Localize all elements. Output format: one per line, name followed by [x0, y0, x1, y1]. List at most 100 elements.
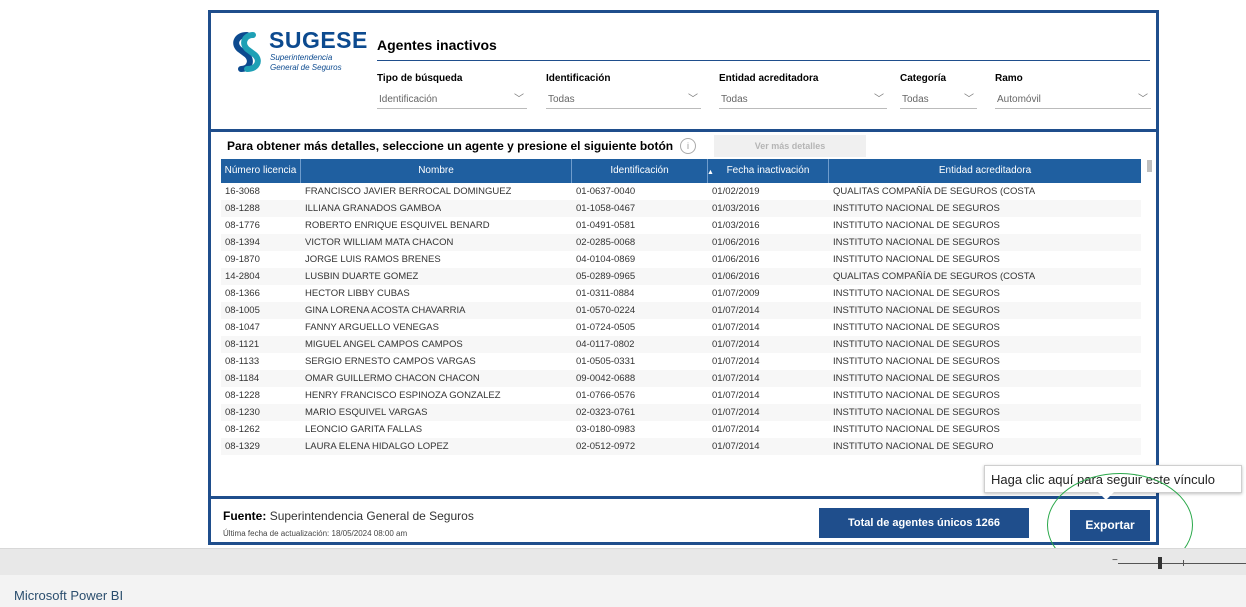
table-cell: ILLIANA GRANADOS GAMBOA: [305, 203, 442, 214]
table-cell: 02-0323-0761: [576, 407, 636, 418]
table-cell: 01/03/2016: [712, 220, 760, 231]
filter-select-ramo[interactable]: Automóvil ﹀: [995, 91, 1151, 109]
column-header-identificacion[interactable]: Identificación: [572, 159, 708, 183]
table-row[interactable]: 08-1184 OMAR GUILLERMO CHACON CHACON 09-00…: [221, 370, 1141, 387]
filter-value: Identificación: [379, 94, 438, 105]
table-cell: 01-1058-0467: [576, 203, 636, 214]
total-agents-card: Total de agentes únicos 1266: [819, 508, 1029, 538]
column-header-entidad[interactable]: Entidad acreditadora: [829, 159, 1141, 183]
filter-value: Todas: [902, 94, 929, 105]
zoom-slider-track[interactable]: [1118, 563, 1246, 564]
table-row[interactable]: 08-1366 HECTOR LIBBY CUBAS 01-0311-0884 01/…: [221, 285, 1141, 302]
table-cell: 08-1184: [225, 373, 260, 384]
table-cell: QUALITAS COMPAÑÍA DE SEGUROS (COSTA: [833, 271, 1036, 282]
table-cell: 01/03/2016: [712, 203, 760, 214]
table-cell: 01/07/2014: [712, 322, 760, 333]
filter-label-tipo: Tipo de búsqueda: [377, 73, 463, 84]
logo-brand: SUGESE: [269, 27, 368, 53]
table-cell: 08-1005: [225, 305, 260, 316]
report-footer-bar: [0, 548, 1246, 575]
zoom-out-icon[interactable]: −: [1112, 555, 1118, 566]
table-row[interactable]: 08-1288 ILLIANA GRANADOS GAMBOA 01-1058-04…: [221, 200, 1141, 217]
sugese-logo-icon: [233, 32, 261, 72]
filter-label-categoria: Categoría: [900, 73, 947, 84]
table-cell: 08-1121: [225, 339, 260, 350]
table-row[interactable]: 08-1228 HENRY FRANCISCO ESPINOZA GONZALEZ…: [221, 387, 1141, 404]
table-cell: 01/07/2009: [712, 288, 760, 299]
table-cell: 01/07/2014: [712, 424, 760, 435]
filter-select-categoria[interactable]: Todas ﹀: [900, 91, 977, 109]
table-row[interactable]: 14-2804 LUSBIN DUARTE GOMEZ 05-0289-0965 01…: [221, 268, 1141, 285]
table-cell: 04-0104-0869: [576, 254, 636, 265]
table-body: 16-3068 FRANCISCO JAVIER BERROCAL DOMINGU…: [221, 183, 1141, 455]
agents-table: Número licencia Nombre Identificación Fe…: [221, 159, 1141, 455]
table-row[interactable]: 09-1870 JORGE LUIS RAMOS BRENES 04-0104-08…: [221, 251, 1141, 268]
table-cell: INSTITUTO NACIONAL DE SEGUROS: [833, 220, 1000, 231]
table-cell: 08-1262: [225, 424, 260, 435]
table-cell: 01/07/2014: [712, 305, 760, 316]
table-cell: 08-1047: [225, 322, 260, 333]
table-cell: 01-0491-0581: [576, 220, 636, 231]
table-cell: INSTITUTO NACIONAL DE SEGUROS: [833, 322, 1000, 333]
table-row[interactable]: 08-1394 VICTOR WILLIAM MATA CHACON 02-0285…: [221, 234, 1141, 251]
table-cell: INSTITUTO NACIONAL DE SEGUROS: [833, 373, 1000, 384]
filter-label-ramo: Ramo: [995, 73, 1023, 84]
source-label: Fuente:: [223, 509, 267, 523]
table-cell: INSTITUTO NACIONAL DE SEGUROS: [833, 305, 1000, 316]
table-row[interactable]: 08-1047 FANNY ARGUELLO VENEGAS 01-0724-050…: [221, 319, 1141, 336]
column-header-nombre[interactable]: Nombre: [301, 159, 572, 183]
table-cell: 09-1870: [225, 254, 260, 265]
column-header-licencia[interactable]: Número licencia: [221, 159, 301, 183]
chevron-down-icon: ﹀: [874, 94, 884, 105]
table-cell: VICTOR WILLIAM MATA CHACON: [305, 237, 454, 248]
column-header-fecha[interactable]: Fecha inactivación: [708, 159, 829, 183]
table-cell: 03-0180-0983: [576, 424, 636, 435]
filter-select-tipo[interactable]: Identificación ﹀: [377, 91, 527, 109]
table-row[interactable]: 08-1121 MIGUEL ANGEL CAMPOS CAMPOS 04-0117…: [221, 336, 1141, 353]
table-cell: 05-0289-0965: [576, 271, 636, 282]
zoom-slider-tick: [1183, 560, 1184, 566]
table-cell: ROBERTO ENRIQUE ESQUIVEL BENARD: [305, 220, 490, 231]
table-cell: OMAR GUILLERMO CHACON CHACON: [305, 373, 480, 384]
info-icon[interactable]: i: [680, 138, 696, 154]
filter-select-identificacion[interactable]: Todas ﹀: [546, 91, 701, 109]
source-value: Superintendencia General de Seguros: [269, 509, 474, 523]
table-row[interactable]: 08-1329 LAURA ELENA HIDALGO LOPEZ 02-0512-…: [221, 438, 1141, 455]
table-cell: MIGUEL ANGEL CAMPOS CAMPOS: [305, 339, 463, 350]
table-cell: JORGE LUIS RAMOS BRENES: [305, 254, 441, 265]
more-details-button[interactable]: Ver más detalles: [714, 135, 866, 157]
table-cell: 01-0570-0224: [576, 305, 636, 316]
source-text: Fuente: Superintendencia General de Segu…: [223, 509, 474, 523]
table-scrollbar[interactable]: [1147, 160, 1152, 172]
table-cell: INSTITUTO NACIONAL DE SEGUROS: [833, 288, 1000, 299]
table-cell: 01/07/2014: [712, 339, 760, 350]
table-cell: 04-0117-0802: [576, 339, 635, 350]
table-cell: LUSBIN DUARTE GOMEZ: [305, 271, 419, 282]
table-cell: 02-0512-0972: [576, 441, 636, 452]
table-cell: 08-1230: [225, 407, 260, 418]
last-updated-text: Última fecha de actualización: 18/05/202…: [223, 529, 408, 538]
sort-ascending-icon: ▲: [707, 169, 714, 176]
page-title: Agentes inactivos: [377, 37, 497, 53]
table-cell: 01/07/2014: [712, 373, 760, 384]
table-cell: 01-0724-0505: [576, 322, 636, 333]
chevron-down-icon: ﹀: [1138, 94, 1148, 105]
filter-select-entidad[interactable]: Todas ﹀: [719, 91, 887, 109]
table-row[interactable]: 08-1776 ROBERTO ENRIQUE ESQUIVEL BENARD 01…: [221, 217, 1141, 234]
table-header: Número licencia Nombre Identificación Fe…: [221, 159, 1141, 183]
table-row[interactable]: 08-1230 MARIO ESQUIVEL VARGAS 02-0323-0761…: [221, 404, 1141, 421]
table-cell: 01/06/2016: [712, 237, 760, 248]
table-cell: 08-1228: [225, 390, 260, 401]
filter-label-identificacion: Identificación: [546, 73, 611, 84]
app-name[interactable]: Microsoft Power BI: [14, 588, 123, 603]
table-cell: 01/06/2016: [712, 254, 760, 265]
table-row[interactable]: 08-1005 GINA LORENA ACOSTA CHAVARRIA 01-05…: [221, 302, 1141, 319]
table-row[interactable]: 08-1262 LEONCIO GARITA FALLAS 03-0180-0983…: [221, 421, 1141, 438]
zoom-slider-thumb[interactable]: [1158, 557, 1162, 569]
table-cell: INSTITUTO NACIONAL DE SEGUROS: [833, 237, 1000, 248]
table-row[interactable]: 16-3068 FRANCISCO JAVIER BERROCAL DOMINGU…: [221, 183, 1141, 200]
table-cell: MARIO ESQUIVEL VARGAS: [305, 407, 428, 418]
table-cell: 09-0042-0688: [576, 373, 636, 384]
table-row[interactable]: 08-1133 SERGIO ERNESTO CAMPOS VARGAS 01-05…: [221, 353, 1141, 370]
table-cell: INSTITUTO NACIONAL DE SEGUROS: [833, 424, 1000, 435]
